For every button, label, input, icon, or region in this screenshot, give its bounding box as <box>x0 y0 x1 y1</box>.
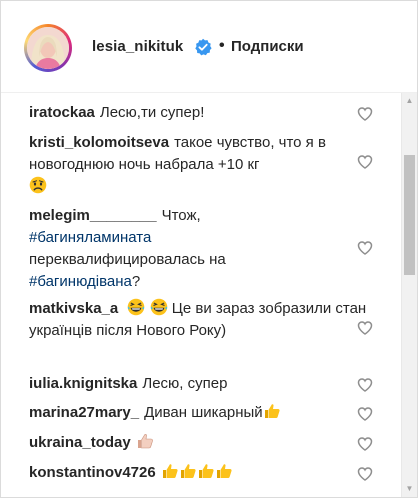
comment-username[interactable]: iulia.knignitska <box>29 375 137 392</box>
following-button[interactable]: Подписки <box>231 38 304 55</box>
heart-outline-icon[interactable] <box>357 436 373 452</box>
thumbs-up-icon <box>161 462 179 480</box>
comment-username[interactable]: marina27mary_ <box>29 404 139 421</box>
comment-username[interactable]: konstantinov4726 <box>29 464 156 481</box>
comment-username[interactable]: melegim________ <box>29 207 157 224</box>
comment-item: kristi_kolomoitseva такое чувство, что я … <box>29 132 369 198</box>
comment-item: iulia.knignitska Лесю, супер <box>29 373 369 395</box>
comment-item: marina27mary_ Диван шикарный <box>29 402 369 424</box>
post-header: lesia_nikituk • Подписки <box>1 1 417 93</box>
header-separator: • <box>219 37 225 54</box>
heart-outline-icon[interactable] <box>357 240 373 256</box>
comment-username[interactable]: kristi_kolomoitseva <box>29 134 169 151</box>
instagram-comments-panel: lesia_nikituk • Подписки iratockaa Лесю,т… <box>0 0 418 498</box>
heart-outline-icon[interactable] <box>357 154 373 170</box>
heart-outline-icon[interactable] <box>357 320 373 336</box>
comment-item: melegim________ Чтож, #багиняламината пер… <box>29 205 369 293</box>
comment-text: Диван шикарный <box>144 404 263 421</box>
thumbs-up-icon <box>215 462 233 480</box>
story-ring[interactable] <box>24 24 72 72</box>
hashtag-link[interactable]: #багиняламината <box>29 229 151 246</box>
comment-item: iratockaa Лесю,ти супер! <box>29 102 369 124</box>
comment-username[interactable]: ukraina_today <box>29 434 131 451</box>
comment-text: Чтож, <box>161 207 201 224</box>
laughing-face-icon <box>150 298 168 316</box>
comment-text: Лесю, супер <box>142 375 228 392</box>
heart-outline-icon[interactable] <box>357 106 373 122</box>
heart-outline-icon[interactable] <box>357 406 373 422</box>
comment-text: переквалифицировалась на <box>29 251 226 268</box>
scroll-up-arrow-icon[interactable]: ▲ <box>402 93 417 109</box>
comment-text: ? <box>131 273 141 290</box>
thumbs-up-light-icon <box>136 432 154 450</box>
verified-badge-icon <box>194 38 212 56</box>
comments-scrollbar[interactable]: ▲ ▼ <box>401 93 417 497</box>
comment-text: Лесю,ти супер! <box>99 104 205 121</box>
avatar-image <box>27 27 69 69</box>
comment-username[interactable]: iratockaa <box>29 104 95 121</box>
comment-item: konstantinov4726 <box>29 462 369 484</box>
scroll-down-arrow-icon[interactable]: ▼ <box>402 481 417 497</box>
thumbs-up-icon <box>263 402 281 420</box>
heart-outline-icon[interactable] <box>357 377 373 393</box>
disappointed-face-icon <box>29 176 47 194</box>
heart-outline-icon[interactable] <box>357 466 373 482</box>
comments-list[interactable]: iratockaa Лесю,ти супер! kristi_kolomoits… <box>1 93 401 497</box>
hashtag-link[interactable]: #багинюдівана <box>29 273 132 290</box>
comment-item: matkivska_a Це ви зараз зобразили стан у… <box>29 298 369 342</box>
scrollbar-thumb[interactable] <box>404 155 415 275</box>
thumbs-up-icon <box>197 462 215 480</box>
username-link[interactable]: lesia_nikituk <box>92 38 183 55</box>
thumbs-up-icon <box>179 462 197 480</box>
avatar[interactable] <box>27 27 69 69</box>
laughing-face-icon <box>127 298 145 316</box>
comment-username[interactable]: matkivska_a <box>29 300 118 317</box>
comment-item: ukraina_today <box>29 432 369 454</box>
